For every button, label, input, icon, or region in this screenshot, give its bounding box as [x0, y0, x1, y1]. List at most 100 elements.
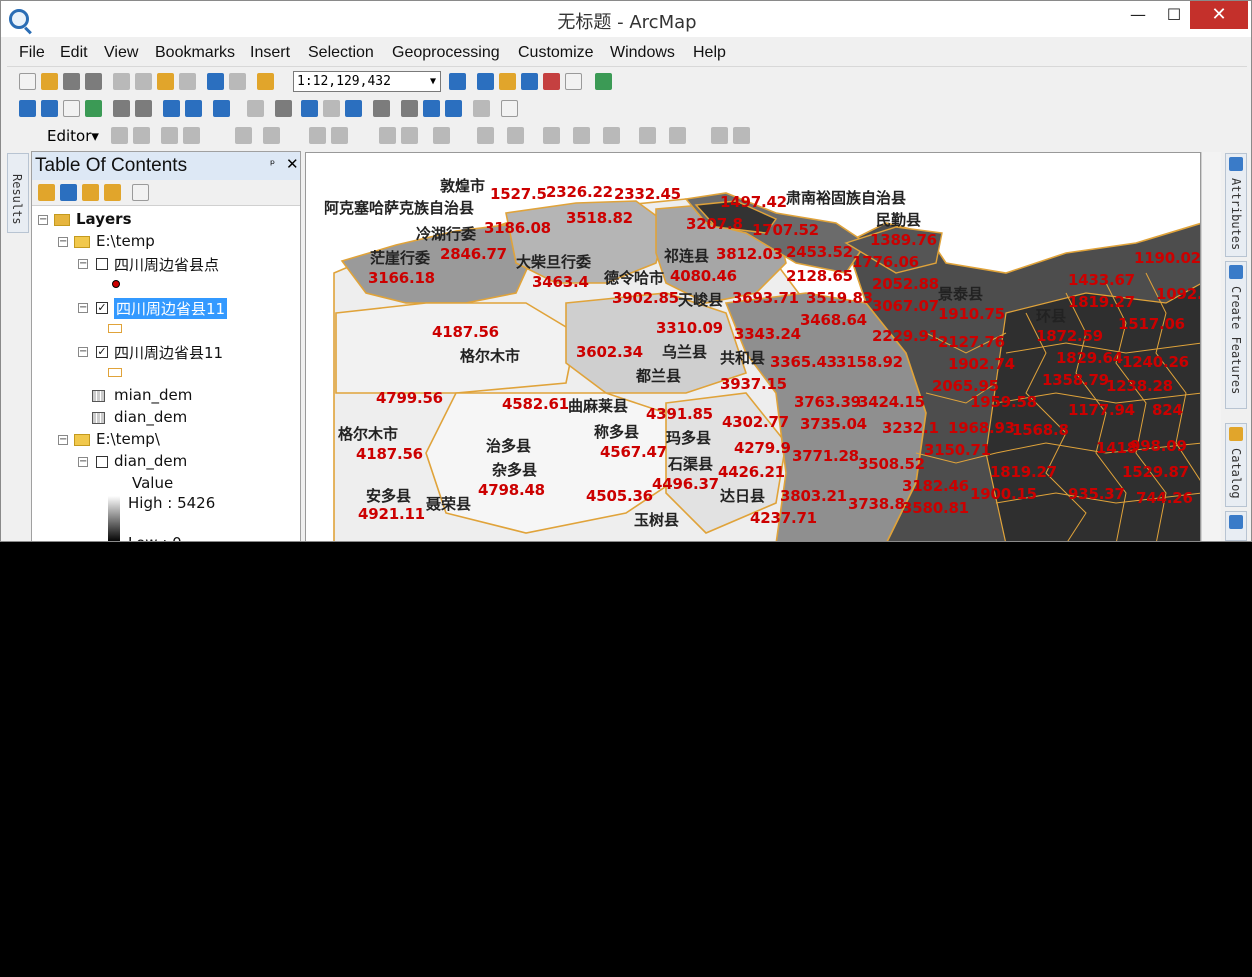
collapse-icon[interactable]: − [38, 215, 48, 225]
menu-insert[interactable]: Insert [250, 44, 290, 62]
topology-icon[interactable] [477, 127, 494, 144]
rotate-icon[interactable] [331, 127, 348, 144]
fix-error-icon[interactable] [711, 127, 728, 144]
copy-icon[interactable] [135, 73, 152, 90]
redo-icon[interactable] [229, 73, 246, 90]
attributes-tab[interactable]: Attributes [1225, 153, 1247, 257]
pan-icon[interactable] [63, 100, 80, 117]
trim-icon[interactable] [573, 127, 590, 144]
error-inspector-icon[interactable] [733, 127, 750, 144]
cut-icon[interactable] [113, 73, 130, 90]
attributes-icon[interactable] [379, 127, 396, 144]
align-icon[interactable] [543, 127, 560, 144]
layer-points-checkbox[interactable] [96, 258, 108, 270]
straight-segment-icon[interactable] [161, 127, 178, 144]
close-button[interactable]: ✕ [1190, 1, 1248, 29]
create-viewer-window-icon[interactable] [501, 100, 518, 117]
menu-file[interactable]: File [19, 44, 45, 62]
sketch-properties-icon[interactable] [401, 127, 418, 144]
layer-polygons-checkbox[interactable]: ✓ [96, 346, 108, 358]
hyperlink-icon[interactable] [323, 100, 340, 117]
fixed-zoom-out-icon[interactable] [135, 100, 152, 117]
paste-icon[interactable] [157, 73, 174, 90]
identify-icon[interactable] [301, 100, 318, 117]
zoom-out-icon[interactable] [41, 100, 58, 117]
collapse-icon[interactable]: − [78, 347, 88, 357]
collapse-icon[interactable]: − [78, 259, 88, 269]
menu-customize[interactable]: Customize [518, 44, 594, 62]
toc-close-button[interactable]: ✕ [286, 155, 299, 173]
edit-tool-icon[interactable] [111, 127, 128, 144]
create-features-icon[interactable] [433, 127, 450, 144]
menu-windows[interactable]: Windows [610, 44, 675, 62]
menu-geoprocessing[interactable]: Geoprocessing [392, 44, 500, 62]
chevron-down-icon[interactable]: ▼ [430, 72, 436, 91]
extend-icon[interactable] [603, 127, 620, 144]
sketch-tool-icon[interactable] [183, 127, 200, 144]
editor-menu[interactable]: Editor▾ [47, 127, 99, 145]
full-extent-icon[interactable] [85, 100, 102, 117]
search-window-icon[interactable] [521, 73, 538, 90]
county-name-label: 石渠县 [668, 455, 714, 473]
map-scale-dropdown[interactable]: 1:12,129,432 ▼ [293, 71, 441, 92]
reshape-icon[interactable] [507, 127, 524, 144]
html-popup-icon[interactable] [345, 100, 362, 117]
collapse-icon[interactable]: − [78, 457, 88, 467]
find-icon[interactable] [401, 100, 418, 117]
validate-icon[interactable] [669, 127, 686, 144]
collapse-icon[interactable]: − [58, 435, 68, 445]
zoom-in-icon[interactable] [19, 100, 36, 117]
menu-help[interactable]: Help [693, 44, 726, 62]
edit-annotation-icon[interactable] [133, 127, 150, 144]
layer-dian-dem-checkbox[interactable] [96, 456, 108, 468]
delete-icon[interactable] [179, 73, 196, 90]
find-route-icon[interactable] [423, 100, 440, 117]
generalize-icon[interactable] [639, 127, 656, 144]
elevation-value-label: 3937.15 [720, 375, 787, 393]
table-of-contents-icon[interactable] [477, 73, 494, 90]
map-vertical-scrollbar[interactable] [1201, 152, 1221, 541]
results-tab[interactable]: Results [7, 153, 29, 233]
pin-icon[interactable]: ᵖ [270, 157, 275, 171]
catalog-window-icon[interactable] [499, 73, 516, 90]
catalog-tab[interactable]: Catalog [1225, 423, 1247, 507]
collapse-icon[interactable]: − [78, 303, 88, 313]
list-by-visibility-icon[interactable] [82, 184, 99, 201]
options-icon[interactable] [132, 184, 149, 201]
measure-icon[interactable] [373, 100, 390, 117]
editor-toolbar-icon[interactable] [449, 73, 466, 90]
menu-edit[interactable]: Edit [60, 44, 88, 62]
map-view[interactable]: 敦煌市 阿克塞哈萨克族自治县 冷湖行委 茫崖行委 大柴旦行委 德令哈市 祁连县 天峻县 肃南裕固… [305, 152, 1201, 541]
forward-extent-icon[interactable] [185, 100, 202, 117]
select-features-icon[interactable] [213, 100, 230, 117]
list-by-selection-icon[interactable] [104, 184, 121, 201]
menu-selection[interactable]: Selection [308, 44, 374, 62]
menu-bookmarks[interactable]: Bookmarks [155, 44, 235, 62]
create-features-tab[interactable]: Create Features [1225, 261, 1247, 409]
list-by-source-icon[interactable] [60, 184, 77, 201]
split-tool-icon[interactable] [235, 127, 252, 144]
search-tab[interactable] [1225, 511, 1247, 541]
clear-selection-icon[interactable] [247, 100, 264, 117]
select-elements-icon[interactable] [275, 100, 292, 117]
save-icon[interactable] [63, 73, 80, 90]
open-folder-icon[interactable] [41, 73, 58, 90]
python-window-icon[interactable] [565, 73, 582, 90]
add-data-icon[interactable] [257, 73, 274, 90]
time-slider-icon[interactable] [473, 100, 490, 117]
back-extent-icon[interactable] [163, 100, 180, 117]
collapse-icon[interactable]: − [58, 237, 68, 247]
go-to-xy-icon[interactable] [445, 100, 462, 117]
layer-polygons-selected-checkbox[interactable]: ✓ [96, 302, 108, 314]
print-icon[interactable] [85, 73, 102, 90]
elevation-value-label: 998.09 [1130, 437, 1187, 455]
model-builder-icon[interactable] [595, 73, 612, 90]
list-by-drawing-order-icon[interactable] [38, 184, 55, 201]
fixed-zoom-in-icon[interactable] [113, 100, 130, 117]
cut-polygons-icon[interactable] [309, 127, 326, 144]
arctoolbox-icon[interactable] [543, 73, 560, 90]
edit-vertices-icon[interactable] [263, 127, 280, 144]
undo-icon[interactable] [207, 73, 224, 90]
new-document-icon[interactable] [19, 73, 36, 90]
menu-view[interactable]: View [104, 44, 138, 62]
